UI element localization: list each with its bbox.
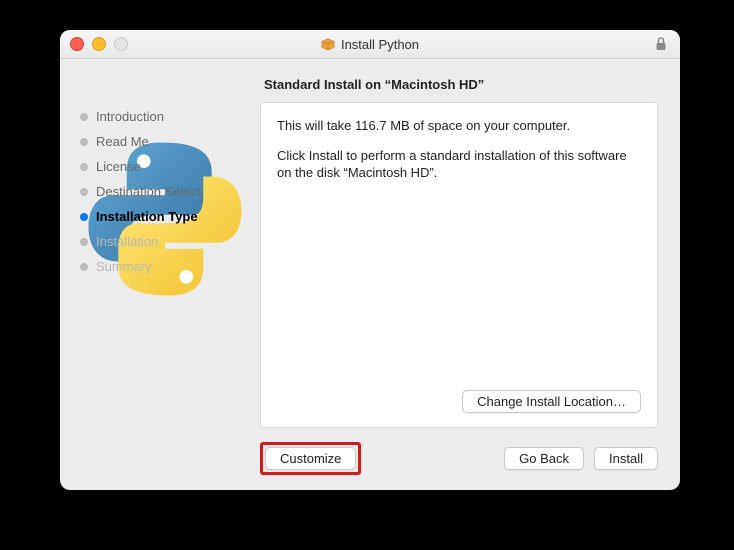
titlebar: Install Python <box>60 30 680 59</box>
go-back-button[interactable]: Go Back <box>504 447 584 470</box>
step-read-me: Read Me <box>80 134 260 149</box>
install-button[interactable]: Install <box>594 447 658 470</box>
step-label: Installation Type <box>96 209 198 224</box>
zoom-window-button <box>114 37 128 51</box>
step-installation-type: Installation Type <box>80 209 260 224</box>
window-title: Install Python <box>60 37 680 52</box>
step-license: License <box>80 159 260 174</box>
step-label: Introduction <box>96 109 164 124</box>
footer-buttons: Customize Go Back Install <box>260 442 658 475</box>
customize-highlight: Customize <box>260 442 361 475</box>
step-label: License <box>96 159 141 174</box>
customize-button[interactable]: Customize <box>265 447 356 470</box>
window-title-text: Install Python <box>341 37 419 52</box>
content-box: This will take 116.7 MB of space on your… <box>260 102 658 428</box>
minimize-window-button[interactable] <box>92 37 106 51</box>
steps-list: Introduction Read Me License Destination… <box>80 109 260 274</box>
step-destination-select: Destination Select <box>80 184 260 199</box>
step-installation: Installation <box>80 234 260 249</box>
step-summary: Summary <box>80 259 260 274</box>
package-icon <box>321 37 335 51</box>
step-label: Installation <box>96 234 158 249</box>
step-label: Summary <box>96 259 152 274</box>
change-install-location-button[interactable]: Change Install Location… <box>462 390 641 413</box>
installer-window: Install Python <box>60 30 680 490</box>
page-heading: Standard Install on “Macintosh HD” <box>264 77 658 92</box>
sidebar: Introduction Read Me License Destination… <box>60 59 260 490</box>
install-description-text: Click Install to perform a standard inst… <box>277 147 641 182</box>
step-label: Read Me <box>96 134 149 149</box>
window-controls <box>70 37 128 51</box>
main-panel: Standard Install on “Macintosh HD” This … <box>260 59 680 490</box>
space-required-text: This will take 116.7 MB of space on your… <box>277 117 641 135</box>
step-label: Destination Select <box>96 184 201 199</box>
close-window-button[interactable] <box>70 37 84 51</box>
step-introduction: Introduction <box>80 109 260 124</box>
lock-icon[interactable] <box>654 36 668 55</box>
